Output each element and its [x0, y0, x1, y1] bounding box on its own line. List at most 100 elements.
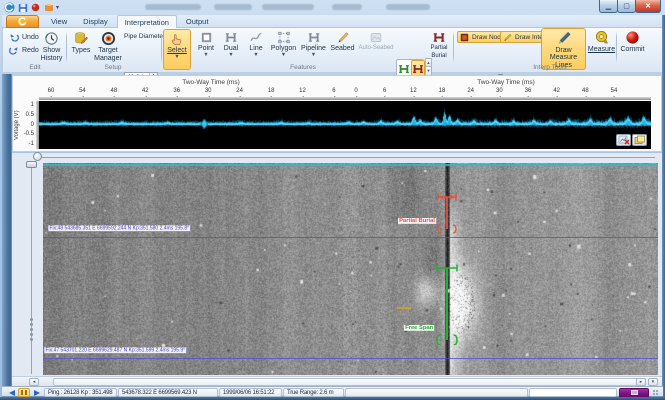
x-tick-label: 54 [79, 88, 86, 94]
y-tick-label: -0.5 [24, 131, 34, 137]
line-dropdown-icon[interactable]: ▼ [253, 53, 258, 57]
window-title-redacted [214, 4, 252, 10]
line-tool-button[interactable]: Line ▼ [244, 29, 268, 70]
dual-dropdown-icon[interactable]: ▼ [228, 53, 233, 57]
chart-remove-button[interactable] [616, 134, 631, 146]
scrollbar-track[interactable] [53, 378, 646, 386]
application-window: ▾ ▁ ▢ ✕ View Display Interpretation Outp… [0, 0, 665, 400]
tab-display[interactable]: Display [76, 15, 115, 28]
fix-line[interactable] [43, 358, 658, 359]
sonar-image-view[interactable]: Fix:48 543685.351 E 6699592.244 N Kp:351… [43, 163, 658, 375]
maximize-button[interactable]: ▢ [617, 0, 636, 13]
types-button[interactable]: Types [69, 29, 93, 55]
free-span-measure[interactable] [433, 263, 461, 345]
progress-icon [631, 390, 638, 395]
redo-label: Redo [22, 47, 39, 54]
status-input-field[interactable] [529, 388, 617, 397]
auto-seabed-label: Auto-Seabed [358, 45, 393, 53]
target-manager-button[interactable]: Target Manager [94, 29, 122, 62]
window-title-redacted [145, 4, 201, 10]
tab-view[interactable]: View [44, 15, 74, 28]
seabed-tool-button[interactable]: Seabed [329, 29, 356, 70]
select-dropdown-icon[interactable]: ▼ [174, 55, 179, 59]
x-tick-label: 42 [142, 88, 149, 94]
scroll-right-icon[interactable]: ▸ [636, 378, 646, 386]
save-icon[interactable] [17, 2, 28, 13]
scroll-left-icon[interactable]: ◂ [29, 378, 39, 386]
x-tick-label: 42 [553, 88, 560, 94]
commit-button[interactable]: Commit [619, 28, 646, 70]
chart-remove-icon [618, 135, 630, 145]
measure-tape-icon [594, 30, 609, 45]
chart-export-button[interactable] [632, 134, 647, 146]
x-axis-ticks: 6054484236302418126061218243036424854 [39, 88, 651, 97]
next-ping-button[interactable] [32, 389, 42, 397]
redo-button[interactable]: Redo [7, 45, 41, 55]
status-datetime: 1999/06/06 16:51:22 [219, 388, 282, 397]
chart-title-right: Two-Way Time (ms) [436, 79, 576, 86]
resize-grip[interactable] [653, 390, 655, 392]
undo-button[interactable]: Undo [7, 32, 41, 42]
polygon-dropdown-icon[interactable]: ▼ [281, 53, 286, 57]
partial-burial-button[interactable]: Partial Burial [427, 29, 451, 70]
x-tick-label: 12 [299, 88, 306, 94]
measure-label: Measure [588, 46, 615, 54]
tab-interpretation[interactable]: Interpretation [117, 15, 177, 29]
tab-output[interactable]: Output [179, 15, 216, 28]
minimize-button[interactable]: ▁ [599, 0, 618, 13]
horizontal-pan-slider[interactable] [40, 157, 655, 158]
dual-tool-button[interactable]: Dual ▼ [219, 29, 243, 70]
trace-chart-panel: Two-Way Time (ms) Two-Way Time (ms) 6054… [12, 75, 662, 152]
sonar-image-canvas[interactable] [43, 163, 658, 375]
partial-burial-annotation-label[interactable]: Partial Burial [398, 218, 436, 224]
x-tick-label: 36 [525, 88, 532, 94]
vertical-pan-slider[interactable] [31, 163, 32, 374]
fix-label-48[interactable]: Fix:48 543685.351 E 6699592.244 N Kp:351… [48, 225, 191, 232]
voltage-trace-plot[interactable] [39, 101, 651, 149]
x-tick-label: 36 [173, 88, 180, 94]
group-separator [453, 31, 454, 63]
select-tool-button[interactable]: Select ▼ [163, 29, 191, 70]
point-dropdown-icon[interactable]: ▼ [203, 53, 208, 57]
history-clock-icon [44, 31, 59, 46]
pause-button[interactable] [18, 388, 30, 397]
pipe-diameter-label: Pipe Diameter [124, 33, 165, 40]
waveform-canvas[interactable] [39, 101, 651, 149]
pipeline-dropdown-icon[interactable]: ▼ [311, 53, 316, 57]
horizontal-scrollbar[interactable]: ◂ ▸ ▾ [12, 376, 662, 386]
titlebar: ▾ ▁ ▢ ✕ [0, 0, 665, 15]
scroll-options-icon[interactable]: ▾ [648, 378, 658, 386]
previous-ping-button[interactable] [7, 389, 17, 397]
group-separator [161, 31, 162, 63]
window-controls: ▁ ▢ ✕ [600, 0, 661, 13]
seabed-pencil-icon [336, 31, 350, 44]
redo-icon [9, 45, 19, 55]
slider-dot-grip[interactable] [30, 318, 33, 321]
fix-label-47[interactable]: Fix:47 543701.220 E 6699629.487 N Kp:351… [44, 347, 187, 354]
group-label-setup: Setup [83, 64, 143, 71]
pipeline-h-icon [307, 31, 321, 44]
y-tick-label: -1 [29, 141, 34, 147]
x-tick-label: 60 [48, 88, 55, 94]
status-position: 543678.322 E 6699569.423 N [118, 388, 218, 397]
back-icon [9, 390, 15, 396]
horizontal-pan-knob[interactable] [33, 152, 42, 161]
fix-line[interactable] [43, 237, 658, 238]
qat-dropdown-icon[interactable]: ▾ [56, 4, 59, 11]
app-logo-icon[interactable] [4, 2, 15, 13]
status-bar: Ping : 26128 Kp : 351.498 543678.322 E 6… [2, 386, 663, 397]
partial-burial-measure[interactable] [433, 192, 461, 234]
measure-button[interactable]: Measure [588, 28, 615, 70]
orange-tool-icon[interactable] [43, 2, 54, 13]
window-title-redacted [386, 4, 430, 10]
show-history-button[interactable]: Show History [38, 29, 65, 62]
close-button[interactable]: ✕ [635, 0, 661, 13]
point-tool-button[interactable]: Point ▼ [194, 29, 218, 70]
application-menu-button[interactable] [6, 15, 39, 28]
measure-node-tick[interactable] [397, 307, 411, 309]
vertical-pan-knob[interactable] [26, 161, 37, 168]
red-sphere-icon[interactable] [30, 2, 41, 13]
target-bullseye-icon [101, 31, 116, 46]
seabed-interp-line[interactable] [43, 164, 658, 166]
free-span-annotation-label[interactable]: Free Span [404, 325, 434, 331]
